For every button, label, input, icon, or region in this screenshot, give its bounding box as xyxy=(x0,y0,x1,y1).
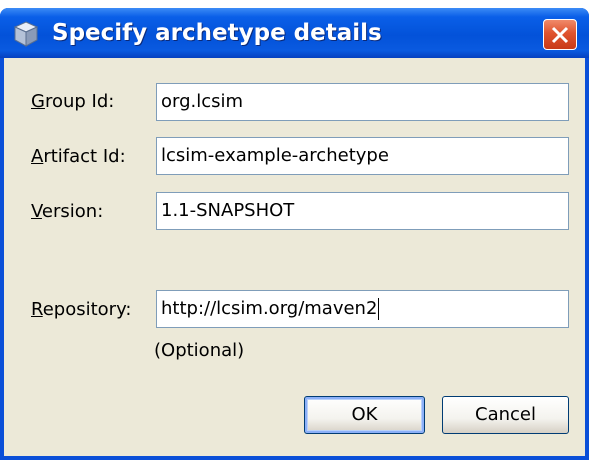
artifact-id-label: Artifact Id: xyxy=(31,146,126,168)
group-id-label-text: roup Id: xyxy=(44,91,115,112)
artifact-id-field[interactable]: lcsim-example-archetype xyxy=(156,137,569,175)
repository-field[interactable]: http://lcsim.org/maven2 xyxy=(156,290,569,328)
version-label-mnemonic: V xyxy=(31,201,42,222)
repository-label: Repository: xyxy=(31,299,131,321)
group-id-label-mnemonic: G xyxy=(31,91,45,112)
artifact-id-label-text: rtifact Id: xyxy=(43,146,126,167)
repository-optional-hint: (Optional) xyxy=(154,340,245,361)
artifact-id-value: lcsim-example-archetype xyxy=(161,145,389,166)
group-id-value: org.lcsim xyxy=(161,91,244,112)
text-caret xyxy=(378,298,380,320)
artifact-id-label-mnemonic: A xyxy=(31,146,44,167)
close-button[interactable] xyxy=(543,19,577,50)
dialog-client-area: Group Id: org.lcsim Artifact Id: lcsim-e… xyxy=(4,58,585,456)
group-id-label: Group Id: xyxy=(31,91,114,113)
group-id-field[interactable]: org.lcsim xyxy=(156,83,569,121)
close-x-icon xyxy=(551,26,569,44)
dialog-title: Specify archetype details xyxy=(52,20,382,46)
version-value: 1.1-SNAPSHOT xyxy=(161,200,295,221)
dialog-window: Specify archetype details Group Id: org.… xyxy=(0,8,589,460)
cancel-button[interactable]: Cancel xyxy=(442,396,569,434)
version-label-text: ersion: xyxy=(41,201,104,222)
repository-label-text: epository: xyxy=(42,299,132,320)
ok-button[interactable]: OK xyxy=(304,396,425,434)
version-label: Version: xyxy=(31,201,103,223)
version-field[interactable]: 1.1-SNAPSHOT xyxy=(156,192,569,230)
archetype-cube-icon xyxy=(13,21,39,47)
top-strip xyxy=(0,0,589,8)
title-bar[interactable]: Specify archetype details xyxy=(0,8,589,58)
repository-label-mnemonic: R xyxy=(31,299,43,320)
repository-value: http://lcsim.org/maven2 xyxy=(161,298,378,319)
